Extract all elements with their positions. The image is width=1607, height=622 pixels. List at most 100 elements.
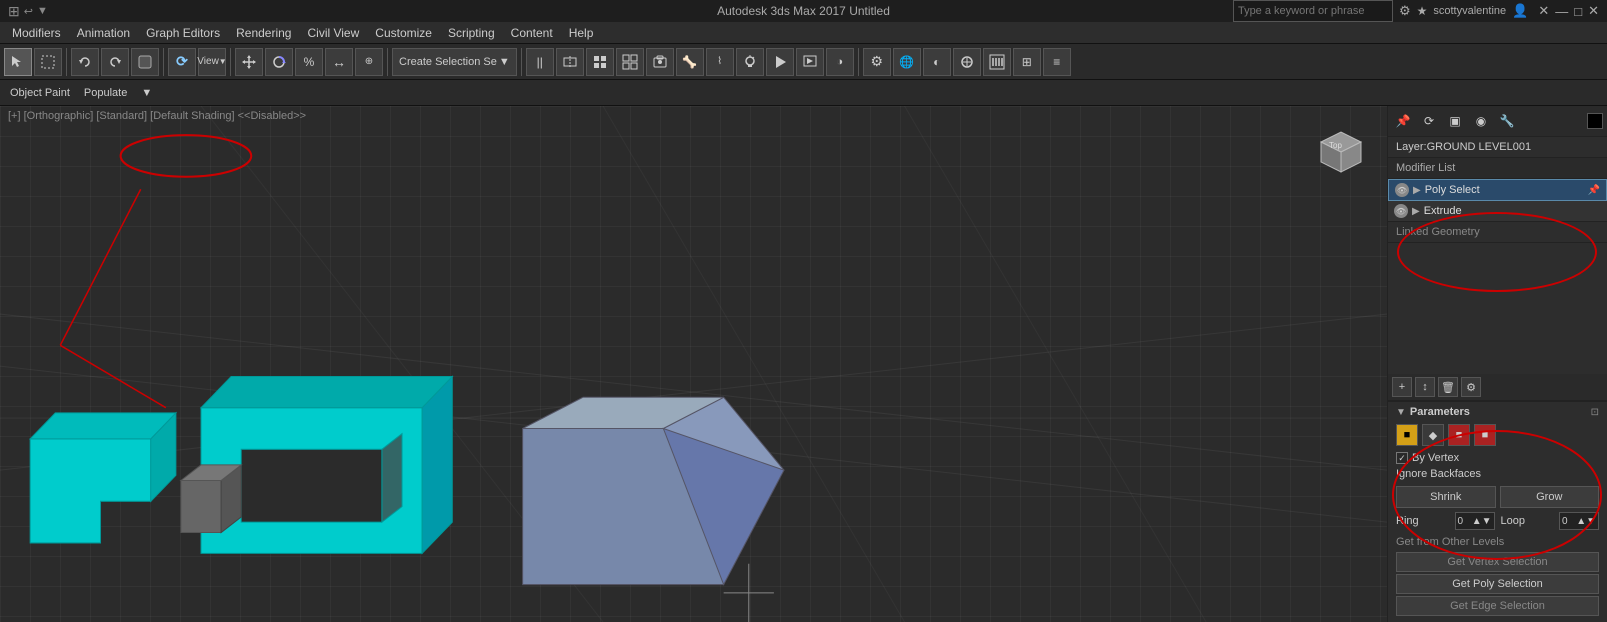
material-editor-btn[interactable]: ◐ bbox=[923, 48, 951, 76]
transform-btn[interactable]: ↔ bbox=[325, 48, 353, 76]
poly-select-pin: 📌 bbox=[1588, 185, 1600, 196]
render-btn[interactable] bbox=[796, 48, 824, 76]
maximize-icon[interactable]: □ bbox=[1574, 4, 1582, 19]
sidebar-tools-row: + ↕ 🗑 ⚙ bbox=[1388, 374, 1607, 401]
menu-item-graph-editors[interactable]: Graph Editors bbox=[138, 22, 228, 43]
pin-icon[interactable]: 📌 bbox=[1392, 110, 1414, 132]
undo-btn[interactable] bbox=[71, 48, 99, 76]
layer-display: Layer:GROUND LEVEL001 bbox=[1388, 137, 1607, 158]
menu-item-scripting[interactable]: Scripting bbox=[440, 22, 503, 43]
by-vertex-checkbox[interactable] bbox=[1396, 452, 1408, 464]
ignore-backfaces-label: Ignore Backfaces bbox=[1396, 468, 1481, 480]
menu-item-modifiers[interactable]: Modifiers bbox=[4, 22, 69, 43]
get-vertex-sel-btn[interactable]: Get Vertex Selection bbox=[1396, 552, 1599, 572]
menu-item-help[interactable]: Help bbox=[561, 22, 602, 43]
utilities-icon[interactable]: 🔧 bbox=[1496, 110, 1518, 132]
layer-label: Layer:GROUND LEVEL001 bbox=[1396, 141, 1531, 153]
ring-loop-row: Ring 0▲▼ Loop 0▲▼ bbox=[1396, 512, 1599, 530]
environment-btn[interactable]: 🌐 bbox=[893, 48, 921, 76]
align-btn[interactable] bbox=[556, 48, 584, 76]
select-tool-btn[interactable] bbox=[4, 48, 32, 76]
curve-editor-btn[interactable]: ⌇ bbox=[706, 48, 734, 76]
face-sel-btn[interactable]: ■ bbox=[1448, 424, 1470, 446]
add-modifier-btn[interactable]: + bbox=[1392, 377, 1412, 397]
params-expand-icon[interactable]: ⊡ bbox=[1591, 407, 1599, 418]
move-modifier-btn[interactable]: ↕ bbox=[1415, 377, 1435, 397]
params-collapse-arrow[interactable]: ▼ bbox=[1396, 407, 1406, 418]
menu-item-civil-view[interactable]: Civil View bbox=[299, 22, 367, 43]
redo-btn[interactable] bbox=[101, 48, 129, 76]
mirror-btn[interactable]: || bbox=[526, 48, 554, 76]
viewport[interactable]: [+] [Orthographic] [Standard] [Default S… bbox=[0, 106, 1387, 622]
parameters-section: ▼ Parameters ⊡ ■ ◆ ■ ■ By Vertex Ignore … bbox=[1388, 401, 1607, 622]
move-btn[interactable] bbox=[235, 48, 263, 76]
modifier-extrude[interactable]: 👁 ▶ Extrude bbox=[1388, 201, 1607, 222]
extra-btn2[interactable]: ≡ bbox=[1043, 48, 1071, 76]
element-sel-btn[interactable]: ■ bbox=[1474, 424, 1496, 446]
by-vertex-row: By Vertex bbox=[1396, 452, 1599, 464]
linked-geometry: Linked Geometry bbox=[1388, 222, 1607, 243]
array-btn[interactable] bbox=[616, 48, 644, 76]
menu-item-rendering[interactable]: Rendering bbox=[228, 22, 299, 43]
poly-select-eye[interactable]: 👁 bbox=[1395, 183, 1409, 197]
shrink-btn[interactable]: Shrink bbox=[1396, 486, 1496, 508]
search-icon[interactable]: ⚙ bbox=[1399, 3, 1411, 19]
tools-btn[interactable] bbox=[953, 48, 981, 76]
light-lister-btn[interactable] bbox=[736, 48, 764, 76]
modifier-list-header: Modifier List bbox=[1388, 158, 1607, 179]
capture-btn[interactable] bbox=[646, 48, 674, 76]
motion-icon[interactable]: ⟳ bbox=[1418, 110, 1440, 132]
rotate-icon-btn[interactable]: ⟳ bbox=[168, 48, 196, 76]
settings-btn[interactable]: ⚙ bbox=[863, 48, 891, 76]
animation-btn[interactable] bbox=[983, 48, 1011, 76]
select-filter-btn[interactable] bbox=[131, 48, 159, 76]
pivot-btn[interactable]: ⊕ bbox=[355, 48, 383, 76]
activeshade-btn[interactable]: ◑ bbox=[826, 48, 854, 76]
toolbar-sep-5 bbox=[521, 48, 522, 76]
menu-item-animation[interactable]: Animation bbox=[69, 22, 138, 43]
extra-btn1[interactable]: ⊞ bbox=[1013, 48, 1041, 76]
loop-spinner[interactable]: 0▲▼ bbox=[1559, 512, 1599, 530]
star-icon: ★ bbox=[1417, 4, 1428, 18]
render-setup-btn[interactable] bbox=[766, 48, 794, 76]
ring-label: Ring bbox=[1396, 515, 1453, 527]
object-paint-btn[interactable]: Object Paint bbox=[4, 85, 76, 101]
grid-btn[interactable] bbox=[586, 48, 614, 76]
delete-modifier-btn[interactable]: 🗑 bbox=[1438, 377, 1458, 397]
populate-arrow-btn[interactable]: ▼ bbox=[135, 85, 158, 101]
vertex-sel-btn[interactable]: ■ bbox=[1396, 424, 1418, 446]
create-sel-arrow: ▼ bbox=[499, 56, 510, 68]
ring-spinner[interactable]: 0▲▼ bbox=[1455, 512, 1495, 530]
hierarchy-icon[interactable]: ▣ bbox=[1444, 110, 1466, 132]
region-select-btn[interactable] bbox=[34, 48, 62, 76]
user-icon: 👤 bbox=[1512, 3, 1528, 19]
color-swatch[interactable] bbox=[1587, 113, 1603, 129]
extrude-eye[interactable]: 👁 bbox=[1394, 204, 1408, 218]
edge-sel-btn[interactable]: ◆ bbox=[1422, 424, 1444, 446]
populate-btn[interactable]: Populate bbox=[78, 85, 133, 101]
app-title: Autodesk 3ds Max 2017 Untitled bbox=[717, 4, 890, 18]
search-input[interactable] bbox=[1233, 0, 1393, 22]
close-x-icon[interactable]: ✕ bbox=[1538, 3, 1549, 19]
minimize-icon[interactable]: — bbox=[1555, 4, 1568, 19]
menu-bar: Modifiers Animation Graph Editors Render… bbox=[0, 22, 1607, 44]
bone-btn[interactable]: 🦴 bbox=[676, 48, 704, 76]
viewport-svg bbox=[0, 106, 1387, 622]
toolbar-sep-4 bbox=[387, 48, 388, 76]
scale-btn[interactable]: % bbox=[295, 48, 323, 76]
shrink-grow-row: Shrink Grow bbox=[1396, 486, 1599, 508]
get-edge-sel-btn[interactable]: Get Edge Selection bbox=[1396, 596, 1599, 616]
get-poly-sel-btn[interactable]: Get Poly Selection bbox=[1396, 574, 1599, 594]
create-selection-btn[interactable]: Create Selection Se ▼ bbox=[392, 48, 517, 76]
rotate-btn[interactable] bbox=[265, 48, 293, 76]
menu-item-customize[interactable]: Customize bbox=[367, 22, 440, 43]
close-icon[interactable]: ✕ bbox=[1588, 3, 1599, 19]
view-dropdown-btn[interactable]: View ▼ bbox=[198, 48, 226, 76]
modifier-settings-btn[interactable]: ⚙ bbox=[1461, 377, 1481, 397]
menu-item-content[interactable]: Content bbox=[503, 22, 561, 43]
toolbar-sep-6 bbox=[858, 48, 859, 76]
modifier-poly-select[interactable]: 👁 ▶ Poly Select 📌 bbox=[1388, 179, 1607, 201]
display-icon[interactable]: ◉ bbox=[1470, 110, 1492, 132]
sidebar-top-tools: 📌 ⟳ ▣ ◉ 🔧 bbox=[1388, 106, 1607, 137]
grow-btn[interactable]: Grow bbox=[1500, 486, 1600, 508]
